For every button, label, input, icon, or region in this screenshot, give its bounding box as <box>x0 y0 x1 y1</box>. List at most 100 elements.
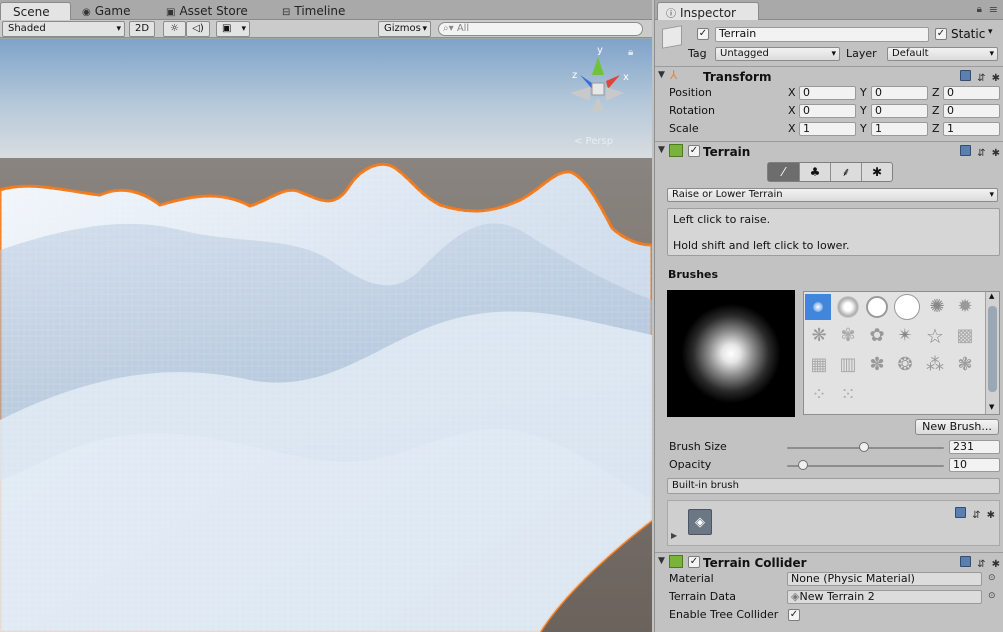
rotation-z-field[interactable]: 0 <box>943 104 1000 118</box>
position-x-field[interactable]: 0 <box>799 86 856 100</box>
gear-icon[interactable]: ✱ <box>861 163 892 181</box>
tab-timeline[interactable]: ⊟ Timeline <box>274 2 353 20</box>
gear-icon[interactable]: ✱ <box>992 148 1000 159</box>
terrain-data-field[interactable]: ◈New Terrain 2 <box>787 590 982 604</box>
opacity-slider[interactable] <box>787 465 944 467</box>
brush-item-selected[interactable] <box>805 294 831 320</box>
transform-axes-icon: ⅄ <box>670 68 678 82</box>
lock-icon[interactable]: 🔒︎ <box>628 47 633 58</box>
brush-item[interactable]: ❋ <box>808 325 830 347</box>
effects-dropdown[interactable]: ▣ ▾ <box>216 21 250 37</box>
brush-grid-scrollbar[interactable]: ▲ ▼ <box>985 292 999 414</box>
rotation-y-field[interactable]: 0 <box>871 104 928 118</box>
preset-sliders-icon[interactable]: ⇵ <box>977 148 985 159</box>
material-label: Material <box>669 572 714 585</box>
preset-sliders-icon[interactable]: ⇵ <box>977 73 985 84</box>
help-book-icon[interactable] <box>960 556 972 567</box>
foldout-arrow-icon[interactable]: ▼ <box>658 145 665 155</box>
brush-item[interactable]: ✴ <box>894 325 916 347</box>
scale-z-field[interactable]: 1 <box>943 122 1000 136</box>
foldout-arrow-icon[interactable]: ▼ <box>658 70 665 80</box>
opacity-field[interactable]: 10 <box>949 458 1000 472</box>
brush-item[interactable] <box>866 296 888 318</box>
preset-sliders-icon[interactable]: ⇵ <box>977 559 985 570</box>
terrain-collider-header[interactable]: ▼ ✓ Terrain Collider ⇵ ✱ <box>655 552 1003 571</box>
paint-brush-icon[interactable]: ⁄ <box>768 163 799 181</box>
orientation-gizmo[interactable]: y x z < Persp <box>562 45 642 147</box>
new-brush-button[interactable]: New Brush... <box>915 419 999 435</box>
panel-menu-icon[interactable]: ≡ <box>989 3 998 16</box>
brush-item[interactable]: ▦ <box>808 354 830 376</box>
gizmos-dropdown[interactable]: Gizmos <box>378 21 431 37</box>
brush-item[interactable]: ⁂ <box>924 354 946 376</box>
brush-item[interactable]: ❂ <box>894 354 916 376</box>
lighting-toggle-button[interactable]: ☼ <box>163 21 186 37</box>
foldout-arrow-icon[interactable]: ▼ <box>658 556 665 566</box>
brush-item[interactable]: ▩ <box>954 325 976 347</box>
scene-viewport[interactable]: y x z < Persp 🔒︎ <box>0 39 652 632</box>
tree-icon[interactable]: ♣ <box>799 163 830 181</box>
terrain-collider-enabled-checkbox[interactable]: ✓ <box>688 556 700 568</box>
scroll-up-icon[interactable]: ▲ <box>989 292 994 300</box>
lock-icon[interactable]: 🔒︎ <box>977 4 982 15</box>
object-picker-icon[interactable]: ⊙ <box>988 591 996 601</box>
brush-item[interactable]: ⁙ <box>837 384 859 406</box>
2d-toggle-button[interactable]: 2D <box>129 21 155 37</box>
brush-size-slider-thumb[interactable] <box>858 442 869 452</box>
position-z-field[interactable]: 0 <box>943 86 1000 100</box>
help-book-icon[interactable] <box>960 70 972 81</box>
help-book-icon[interactable] <box>955 507 967 518</box>
scale-y-value: 1 <box>875 122 882 135</box>
object-picker-icon[interactable]: ⊙ <box>988 573 996 583</box>
shading-mode-dropdown[interactable]: Shaded <box>2 21 125 37</box>
timeline-icon: ⊟ <box>282 7 291 18</box>
rotation-x-field[interactable]: 0 <box>799 104 856 118</box>
tree-collider-checkbox[interactable]: ✓ <box>788 609 800 621</box>
terrain-tool-dropdown[interactable]: Raise or Lower Terrain <box>667 188 998 202</box>
audio-toggle-button[interactable]: ◁) <box>186 21 210 37</box>
gizmo-projection-label[interactable]: < Persp <box>574 136 613 147</box>
scale-y-field[interactable]: 1 <box>871 122 928 136</box>
brush-item[interactable]: ✺ <box>926 296 948 318</box>
material-field[interactable]: None (Physic Material) <box>787 572 982 586</box>
foldout-arrow-icon[interactable]: ▶ <box>671 531 677 540</box>
gear-icon[interactable]: ✱ <box>992 559 1000 570</box>
object-name-field[interactable]: Terrain <box>715 27 929 42</box>
static-dropdown-chevron-icon[interactable]: ▾ <box>988 27 993 37</box>
opacity-slider-thumb[interactable] <box>797 460 808 470</box>
help-line-2: Hold shift and left click to lower. <box>673 239 850 252</box>
position-x-axis-label: X <box>788 86 796 99</box>
preset-sliders-icon[interactable]: ⇵ <box>972 510 980 521</box>
position-y-field[interactable]: 0 <box>871 86 928 100</box>
brush-size-field[interactable]: 231 <box>949 440 1000 454</box>
tab-asset-store[interactable]: ▣ Asset Store <box>158 2 256 20</box>
grass-icon[interactable]: ⸙ <box>830 163 861 181</box>
gear-icon[interactable]: ✱ <box>987 510 995 521</box>
terrain-header[interactable]: ▼ ✓ Terrain ⇵ ✱ <box>655 141 1003 160</box>
brush-item[interactable]: ▥ <box>837 354 859 376</box>
tab-scene[interactable]: Scene <box>0 2 71 20</box>
gear-icon[interactable]: ✱ <box>992 73 1000 84</box>
scene-search-input[interactable]: ⌕▾ All <box>438 22 643 36</box>
brush-item[interactable]: ✾ <box>837 325 859 347</box>
brush-grid-scroll-thumb[interactable] <box>988 306 997 392</box>
brush-item[interactable] <box>837 296 859 318</box>
tab-inspector[interactable]: ⓘ Inspector <box>657 2 759 20</box>
layer-dropdown[interactable]: Default <box>887 47 998 61</box>
brush-item[interactable]: ✹ <box>954 296 976 318</box>
static-checkbox[interactable]: ✓ <box>935 28 947 40</box>
brush-item[interactable]: ☆ <box>924 325 946 347</box>
brush-item[interactable]: ⁘ <box>808 384 830 406</box>
brush-item[interactable] <box>894 294 920 320</box>
scale-x-field[interactable]: 1 <box>799 122 856 136</box>
transform-header[interactable]: ▼ ⅄ Transform ⇵ ✱ <box>655 66 1003 85</box>
brush-item[interactable]: ✽ <box>866 354 888 376</box>
tab-game[interactable]: ◉ Game <box>74 2 138 20</box>
scroll-down-icon[interactable]: ▼ <box>989 403 994 411</box>
help-book-icon[interactable] <box>960 145 972 156</box>
active-checkbox[interactable]: ✓ <box>697 28 709 40</box>
brush-item[interactable]: ✿ <box>866 325 888 347</box>
brush-item[interactable]: ❃ <box>954 354 976 376</box>
tag-dropdown[interactable]: Untagged <box>715 47 840 61</box>
terrain-enabled-checkbox[interactable]: ✓ <box>688 145 700 157</box>
